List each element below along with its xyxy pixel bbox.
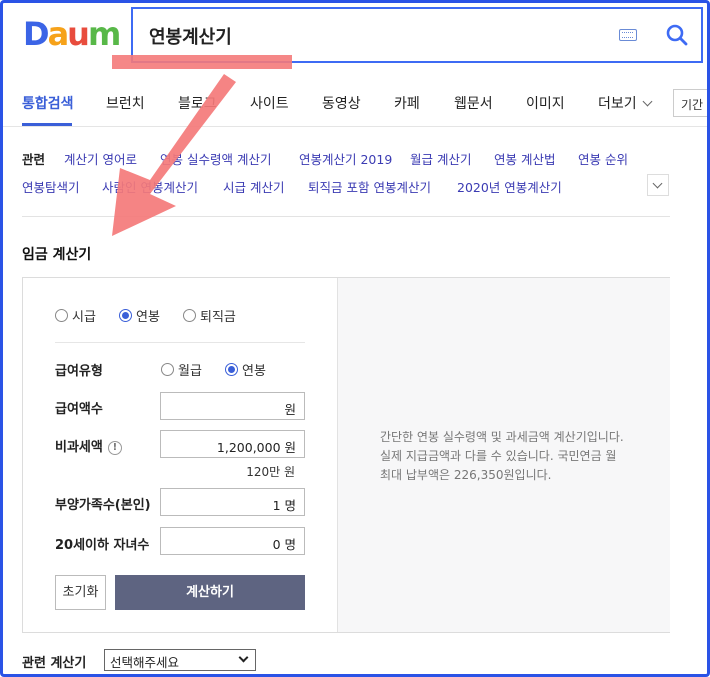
- related-item[interactable]: 연봉 실수령액 계산기: [160, 149, 271, 168]
- tab-blog[interactable]: 블로그: [178, 93, 217, 113]
- radio-icon: [183, 309, 196, 322]
- pay-type-label: 급여유형: [55, 364, 103, 379]
- radio-label: 퇴직금: [200, 310, 236, 325]
- divider: [22, 216, 670, 217]
- related-item[interactable]: 월급 계산기: [410, 149, 471, 168]
- reset-button[interactable]: 초기화: [55, 575, 106, 610]
- search-input[interactable]: 연봉계산기: [149, 23, 232, 49]
- header: Daum 연봉계산기: [3, 3, 707, 81]
- tab-cafe[interactable]: 카페: [394, 93, 420, 113]
- related-item[interactable]: 사람인 연봉계산기: [102, 177, 198, 196]
- section-title: 임금 계산기: [22, 247, 92, 263]
- related-item[interactable]: 계산기 영어로: [64, 149, 137, 168]
- calculate-button[interactable]: 계산하기: [115, 575, 305, 610]
- radio-selected-icon: [119, 309, 132, 322]
- pay-type-radio-monthly[interactable]: 월급: [161, 360, 202, 379]
- related-item[interactable]: 연봉 순위: [578, 149, 628, 168]
- related-label: 관련: [22, 152, 46, 167]
- daum-logo[interactable]: Daum: [23, 15, 121, 53]
- children-label: 20세이하 자녀수: [55, 538, 150, 553]
- dependents-label: 부양가족수(본인): [55, 498, 151, 513]
- chevron-down-icon: [652, 178, 663, 189]
- pay-type-radio-annual[interactable]: 연봉: [225, 360, 266, 379]
- calculator-info-panel: 간단한 연봉 실수령액 및 과세금액 계산기입니다. 실제 지급금액과 다를 수…: [337, 278, 670, 632]
- search-icon[interactable]: [663, 21, 691, 49]
- period-filter[interactable]: 기간: [673, 89, 710, 117]
- related-expand-button[interactable]: [647, 174, 669, 196]
- tab-web[interactable]: 웹문서: [454, 93, 493, 113]
- keyboard-icon[interactable]: [619, 29, 637, 41]
- mode-radio-hourly[interactable]: 시급: [55, 306, 96, 325]
- radio-label: 시급: [72, 310, 96, 325]
- info-icon[interactable]: !: [107, 440, 122, 455]
- radio-label: 연봉: [136, 310, 160, 325]
- chevron-down-icon: [642, 96, 653, 107]
- related-item[interactable]: 퇴직금 포함 연봉계산기: [308, 177, 431, 196]
- dependents-input[interactable]: 1 명: [160, 488, 305, 516]
- nontax-label: 비과세액!: [55, 436, 122, 455]
- wage-calculator: 시급 연봉 퇴직금 급여유형 월급 연봉 급여액수 원 비과세액! 1,200,…: [22, 277, 670, 633]
- radio-icon: [161, 363, 174, 376]
- radio-label: 연봉: [242, 364, 266, 379]
- related-item[interactable]: 연봉탐색기: [22, 177, 80, 196]
- tab-image[interactable]: 이미지: [526, 93, 565, 113]
- mode-radio-annual[interactable]: 연봉: [119, 306, 160, 325]
- search-tabs: 통합검색 브런치 블로그 사이트 동영상 카페 웹문서 이미지 더보기 기간: [3, 81, 710, 127]
- calculator-info-text: 간단한 연봉 실수령액 및 과세금액 계산기입니다. 실제 지급금액과 다를 수…: [380, 430, 624, 482]
- chevron-down-icon: [238, 652, 249, 663]
- tab-video[interactable]: 동영상: [322, 93, 361, 113]
- related-calc-label: 관련 계산기: [22, 656, 87, 671]
- mode-radio-severance[interactable]: 퇴직금: [183, 306, 236, 325]
- related-item[interactable]: 연봉계산기 2019: [299, 149, 392, 168]
- nontax-label-text: 비과세액: [55, 440, 103, 455]
- radio-icon: [55, 309, 68, 322]
- tab-brunch[interactable]: 브런치: [106, 93, 145, 113]
- annotation-highlight: [112, 55, 292, 69]
- children-input[interactable]: 0 명: [160, 527, 305, 555]
- radio-label: 월급: [178, 364, 202, 379]
- salary-label: 급여액수: [55, 402, 103, 417]
- divider: [55, 342, 305, 343]
- tab-all[interactable]: 통합검색: [22, 93, 74, 113]
- nontax-input[interactable]: 1,200,000 원: [160, 430, 305, 458]
- nontax-hint: 120만 원: [246, 465, 295, 479]
- tab-more-label: 더보기: [598, 96, 637, 112]
- tab-site[interactable]: 사이트: [250, 93, 289, 113]
- related-calc-select[interactable]: 선택해주세요: [104, 649, 256, 671]
- active-tab-indicator: [22, 123, 72, 126]
- select-value: 선택해주세요: [110, 655, 180, 670]
- related-item[interactable]: 연봉 계산법: [494, 149, 555, 168]
- salary-input[interactable]: 원: [160, 392, 305, 420]
- tab-more[interactable]: 더보기: [598, 93, 653, 113]
- radio-selected-icon: [225, 363, 238, 376]
- related-item[interactable]: 2020년 연봉계산기: [457, 177, 562, 196]
- related-item[interactable]: 시급 계산기: [223, 177, 284, 196]
